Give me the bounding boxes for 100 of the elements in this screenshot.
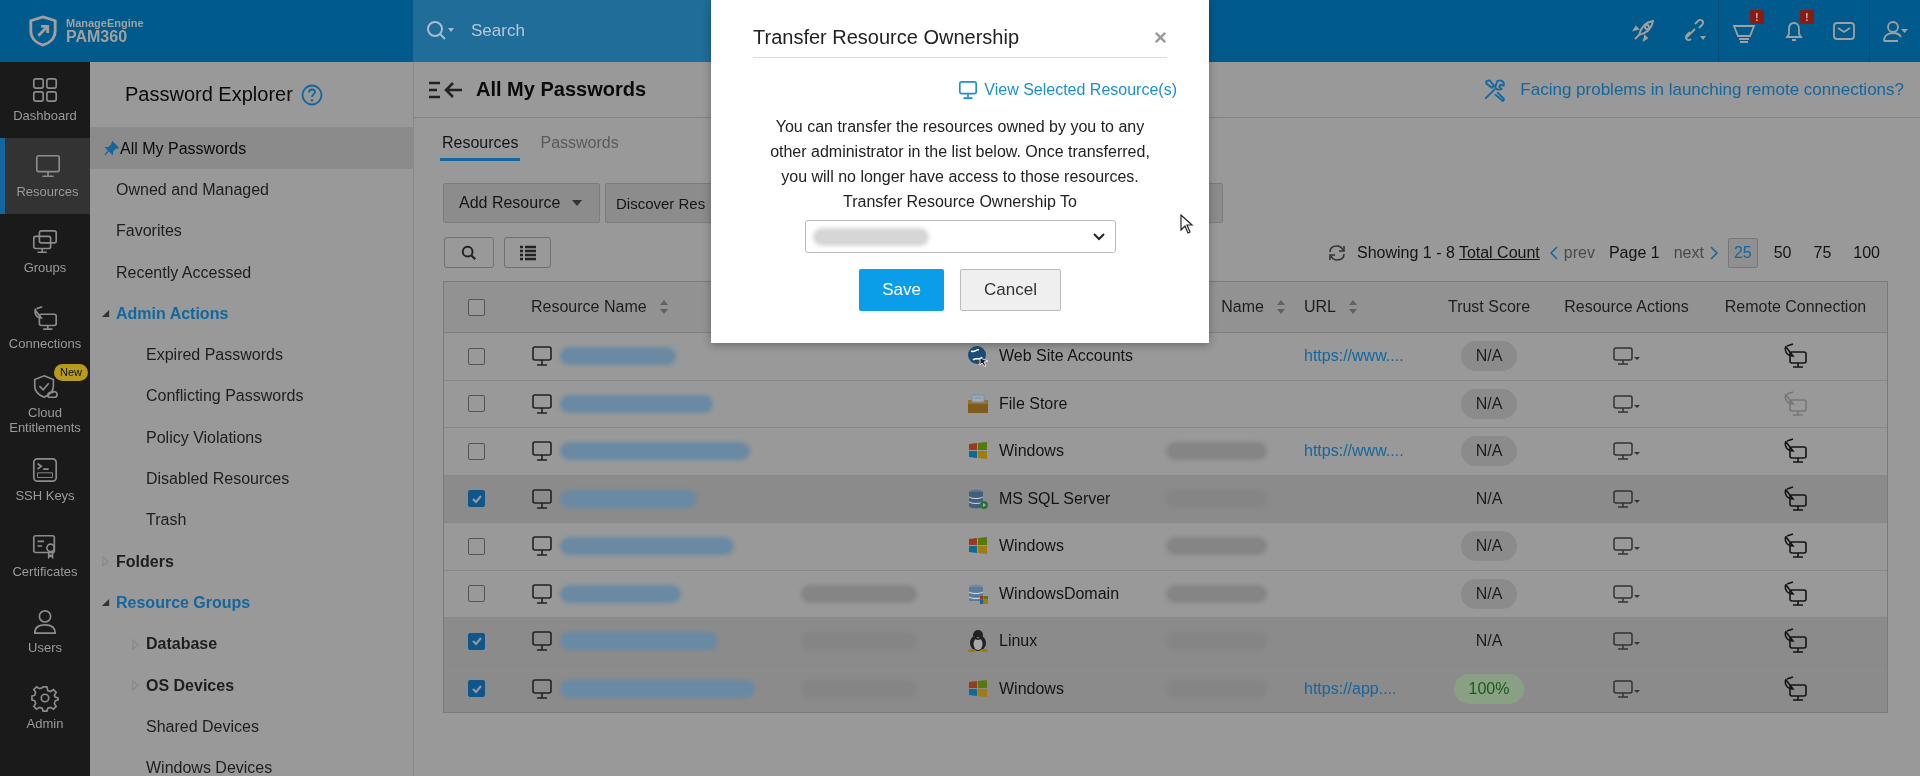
trust-score-badge: 100% <box>1453 673 1525 704</box>
explorer-item[interactable]: Favorites <box>90 210 413 252</box>
nav-item[interactable]: Connections <box>0 290 90 366</box>
user-icon <box>31 608 59 637</box>
column-header: Trust Score <box>1447 298 1531 316</box>
sort-icon[interactable] <box>1276 299 1286 315</box>
explorer-item[interactable]: All My Passwords <box>90 128 413 170</box>
monitor-icon <box>958 80 979 100</box>
nav-item[interactable]: Resources <box>0 138 90 214</box>
row-checkbox[interactable] <box>468 585 485 603</box>
trust-score-badge: N/A <box>1460 388 1518 419</box>
chevron-left-icon <box>1549 245 1558 260</box>
nav-item[interactable]: Users <box>0 594 90 670</box>
next-link[interactable]: next <box>1673 243 1718 262</box>
total-count-link[interactable]: Total Count <box>1458 243 1540 262</box>
row-checkbox[interactable] <box>468 442 485 460</box>
alert-badge: ! <box>1750 10 1764 24</box>
remote-connection-icon[interactable] <box>1782 438 1809 465</box>
explorer-item[interactable]: Expired Passwords <box>90 334 413 376</box>
resource-type: WindowsDomain <box>999 584 1120 603</box>
resource-type: Web Site Accounts <box>999 347 1133 366</box>
expanded-triangle-icon <box>101 597 110 609</box>
list-view-button[interactable] <box>504 237 551 268</box>
explorer-item[interactable]: Windows Devices <box>90 747 413 776</box>
row-checkbox[interactable] <box>468 347 485 365</box>
nav-item[interactable]: Groups <box>0 214 90 290</box>
chevron-down-icon <box>1092 232 1105 241</box>
explorer-title: Password Explorer <box>125 83 293 106</box>
remote-connection-icon[interactable] <box>1782 343 1809 370</box>
explorer-item[interactable]: Conflicting Passwords <box>90 375 413 418</box>
cancel-button[interactable]: Cancel <box>960 269 1061 311</box>
explorer-item[interactable]: Owned and Managed <box>90 169 413 211</box>
trust-score-badge: N/A <box>1460 578 1518 609</box>
close-icon[interactable] <box>1154 31 1167 44</box>
monitor-dropdown-icon[interactable] <box>1611 535 1642 558</box>
nav-item[interactable]: Admin <box>0 670 90 746</box>
remote-connection-icon[interactable] <box>1782 675 1809 702</box>
page-size-option[interactable]: 50 <box>1767 237 1798 268</box>
explorer-item[interactable]: Database <box>90 623 413 665</box>
page-size-option[interactable]: 100 <box>1847 237 1886 268</box>
row-checkbox[interactable] <box>468 537 485 555</box>
dialog-title: Transfer Resource Ownership <box>753 26 1020 49</box>
remote-connection-icon[interactable] <box>1782 580 1809 607</box>
resource-type: File Store <box>999 394 1068 413</box>
sort-icon[interactable] <box>658 299 669 315</box>
dashboard-grid-icon <box>31 76 59 105</box>
explorer-item[interactable]: Policy Violations <box>90 417 413 459</box>
sort-icon[interactable] <box>1348 299 1358 315</box>
column-header[interactable]: Resource Name <box>531 298 669 316</box>
monitor-icon <box>531 582 553 605</box>
nav-item[interactable]: SSH Keys <box>0 442 90 518</box>
help-icon[interactable] <box>300 83 323 106</box>
add-resource-button[interactable]: Add Resource <box>443 183 600 223</box>
nav-item[interactable]: New Cloud Entitlements <box>0 366 90 442</box>
resource-type: Windows <box>999 442 1064 461</box>
explorer-item[interactable]: OS Devices <box>90 664 413 707</box>
administrator-select[interactable] <box>804 220 1116 253</box>
save-button[interactable]: Save <box>859 269 944 311</box>
prev-link[interactable]: prev <box>1549 243 1595 262</box>
gear-icon <box>31 684 59 713</box>
monitor-icon <box>531 535 553 558</box>
monitor-dropdown-icon[interactable] <box>1611 392 1642 415</box>
monitor-dropdown-icon[interactable] <box>1611 582 1642 605</box>
column-header: Remote Connection <box>1724 298 1867 316</box>
search-button[interactable] <box>444 237 494 268</box>
monitor-icon <box>531 487 553 510</box>
monitor-dropdown-icon[interactable] <box>1611 487 1642 510</box>
explorer-item[interactable]: Disabled Resources <box>90 458 413 500</box>
row-checkbox[interactable] <box>468 395 485 413</box>
refresh-icon[interactable] <box>1327 242 1348 263</box>
column-header[interactable]: Name <box>1221 298 1286 316</box>
logo-product: PAM360 <box>66 28 128 45</box>
shield-cloud-icon <box>31 372 59 401</box>
row-checkbox[interactable] <box>468 490 485 508</box>
remote-connection-icon[interactable] <box>1782 533 1809 560</box>
page-title: All My Passwords <box>476 78 647 101</box>
select-all-checkbox[interactable] <box>468 298 485 316</box>
terminal-icon <box>31 456 59 485</box>
monitor-dropdown-icon[interactable] <box>1611 630 1642 653</box>
view-selected-link[interactable]: View Selected Resource(s) <box>984 81 1177 99</box>
explorer-item[interactable]: Folders <box>90 540 413 583</box>
row-checkbox[interactable] <box>468 680 485 698</box>
monitor-dropdown-icon[interactable] <box>1611 345 1642 368</box>
remote-connection-icon[interactable] <box>1782 485 1809 512</box>
row-checkbox[interactable] <box>468 632 485 650</box>
explorer-item[interactable]: Recently Accessed <box>90 251 413 294</box>
nav-item[interactable]: Certificates <box>0 518 90 594</box>
tab[interactable]: Resources <box>440 130 521 161</box>
explorer-item[interactable]: Shared Devices <box>90 706 413 748</box>
page-size-option[interactable]: 75 <box>1807 237 1838 268</box>
explorer-item[interactable]: Trash <box>90 499 413 541</box>
monitor-dropdown-icon[interactable] <box>1611 440 1642 463</box>
remote-connection-icon[interactable] <box>1782 628 1809 655</box>
expanded-triangle-icon <box>101 308 110 320</box>
collapse-panel-icon[interactable] <box>428 79 464 100</box>
chevron-right-icon <box>1709 245 1718 260</box>
column-header[interactable]: URL <box>1304 298 1358 316</box>
monitor-icon <box>531 440 553 463</box>
monitor-dropdown-icon[interactable] <box>1611 677 1642 700</box>
nav-item[interactable]: Dashboard <box>0 62 90 138</box>
